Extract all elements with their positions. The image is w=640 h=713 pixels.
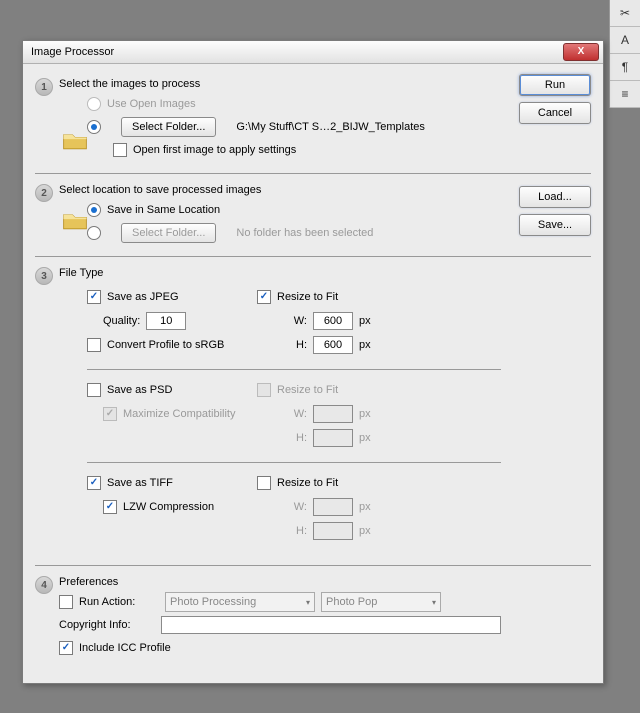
- tool-icon-1[interactable]: ✂: [610, 0, 640, 27]
- save-button[interactable]: Save...: [519, 214, 591, 236]
- px-label: px: [359, 315, 377, 327]
- titlebar[interactable]: Image Processor X: [23, 41, 603, 64]
- save-as-psd-checkbox[interactable]: [87, 383, 101, 397]
- px-label: px: [359, 432, 377, 444]
- folder-icon: [61, 126, 89, 154]
- folder-icon: [61, 206, 89, 234]
- section-save-location: 2 Select location to save processed imag…: [35, 180, 501, 252]
- save-same-location-radio[interactable]: [87, 203, 101, 217]
- convert-srgb-checkbox[interactable]: [87, 338, 101, 352]
- px-label: px: [359, 525, 377, 537]
- psd-resize-checkbox: [257, 383, 271, 397]
- save-as-tiff-label: Save as TIFF: [107, 477, 173, 489]
- psd-h-label: H:: [257, 432, 307, 444]
- tiff-resize-checkbox[interactable]: [257, 476, 271, 490]
- step-badge-1: 1: [35, 78, 53, 96]
- section-file-type: 3 File Type Save as JPEG Quality:: [35, 263, 501, 561]
- jpeg-resize-label: Resize to Fit: [277, 291, 338, 303]
- open-first-image-label: Open first image to apply settings: [133, 144, 296, 156]
- tiff-height-input: [313, 522, 353, 540]
- save-other-folder-radio[interactable]: [87, 226, 101, 240]
- step-badge-4: 4: [35, 576, 53, 594]
- section2-title: Select location to save processed images: [59, 184, 501, 196]
- section4-title: Preferences: [59, 576, 501, 588]
- jpeg-h-label: H:: [257, 339, 307, 351]
- jpeg-width-input[interactable]: [313, 312, 353, 330]
- tiff-h-label: H:: [257, 525, 307, 537]
- save-as-jpeg-label: Save as JPEG: [107, 291, 179, 303]
- select-folder-radio[interactable]: [87, 120, 101, 134]
- jpeg-quality-input[interactable]: [146, 312, 186, 330]
- psd-w-label: W:: [257, 408, 307, 420]
- psd-resize-label: Resize to Fit: [277, 384, 338, 396]
- section3-title: File Type: [59, 267, 501, 279]
- image-processor-dialog: Image Processor X Run Cancel Load... Sav…: [22, 40, 604, 684]
- load-button[interactable]: Load...: [519, 186, 591, 208]
- section-select-images: 1 Select the images to process Use Open …: [35, 74, 501, 169]
- action-set-select[interactable]: Photo Processing ▾: [165, 592, 315, 612]
- action-value: Photo Pop: [326, 596, 377, 608]
- run-action-checkbox[interactable]: [59, 595, 73, 609]
- jpeg-quality-label: Quality:: [103, 315, 140, 327]
- tiff-resize-label: Resize to Fit: [277, 477, 338, 489]
- px-label: px: [359, 339, 377, 351]
- select-dest-folder-button[interactable]: Select Folder...: [121, 223, 216, 243]
- use-open-images-label: Use Open Images: [107, 98, 196, 110]
- chevron-down-icon: ▾: [432, 598, 436, 607]
- action-set-value: Photo Processing: [170, 596, 256, 608]
- run-action-label: Run Action:: [79, 596, 159, 608]
- px-label: px: [359, 408, 377, 420]
- copyright-label: Copyright Info:: [59, 619, 155, 631]
- source-path-label: G:\My Stuff\CT S…2_BIJW_Templates: [236, 121, 425, 133]
- save-same-location-label: Save in Same Location: [107, 204, 220, 216]
- dest-path-label: No folder has been selected: [236, 227, 373, 239]
- include-icc-label: Include ICC Profile: [79, 642, 171, 654]
- include-icc-checkbox[interactable]: [59, 641, 73, 655]
- save-as-jpeg-checkbox[interactable]: [87, 290, 101, 304]
- step-badge-2: 2: [35, 184, 53, 202]
- run-button[interactable]: Run: [519, 74, 591, 96]
- jpeg-resize-checkbox[interactable]: [257, 290, 271, 304]
- psd-maxcompat-label: Maximize Compatibility: [123, 408, 235, 420]
- tiff-lzw-label: LZW Compression: [123, 501, 214, 513]
- tool-icon-3[interactable]: ¶: [610, 54, 640, 81]
- open-first-image-checkbox[interactable]: [113, 143, 127, 157]
- step-badge-3: 3: [35, 267, 53, 285]
- window-title: Image Processor: [31, 46, 563, 58]
- section-preferences: 4 Preferences Run Action: Photo Processi…: [35, 572, 501, 667]
- jpeg-w-label: W:: [257, 315, 307, 327]
- use-open-images-radio: [87, 97, 101, 111]
- psd-width-input: [313, 405, 353, 423]
- cancel-button[interactable]: Cancel: [519, 102, 591, 124]
- px-label: px: [359, 501, 377, 513]
- save-as-tiff-checkbox[interactable]: [87, 476, 101, 490]
- dialog-action-column: Run Cancel Load... Save...: [519, 74, 591, 236]
- select-source-folder-button[interactable]: Select Folder...: [121, 117, 216, 137]
- tiff-width-input: [313, 498, 353, 516]
- jpeg-height-input[interactable]: [313, 336, 353, 354]
- psd-height-input: [313, 429, 353, 447]
- close-button[interactable]: X: [563, 43, 599, 61]
- copyright-input[interactable]: [161, 616, 501, 634]
- tool-icon-2[interactable]: A: [610, 27, 640, 54]
- tiff-lzw-checkbox[interactable]: [103, 500, 117, 514]
- tool-icon-4[interactable]: ≡: [610, 81, 640, 108]
- convert-srgb-label: Convert Profile to sRGB: [107, 339, 224, 351]
- chevron-down-icon: ▾: [306, 598, 310, 607]
- psd-maxcompat-checkbox: [103, 407, 117, 421]
- save-as-psd-label: Save as PSD: [107, 384, 172, 396]
- section1-title: Select the images to process: [59, 78, 501, 90]
- action-select[interactable]: Photo Pop ▾: [321, 592, 441, 612]
- tiff-w-label: W:: [257, 501, 307, 513]
- right-tool-panel: ✂ A ¶ ≡: [609, 0, 640, 108]
